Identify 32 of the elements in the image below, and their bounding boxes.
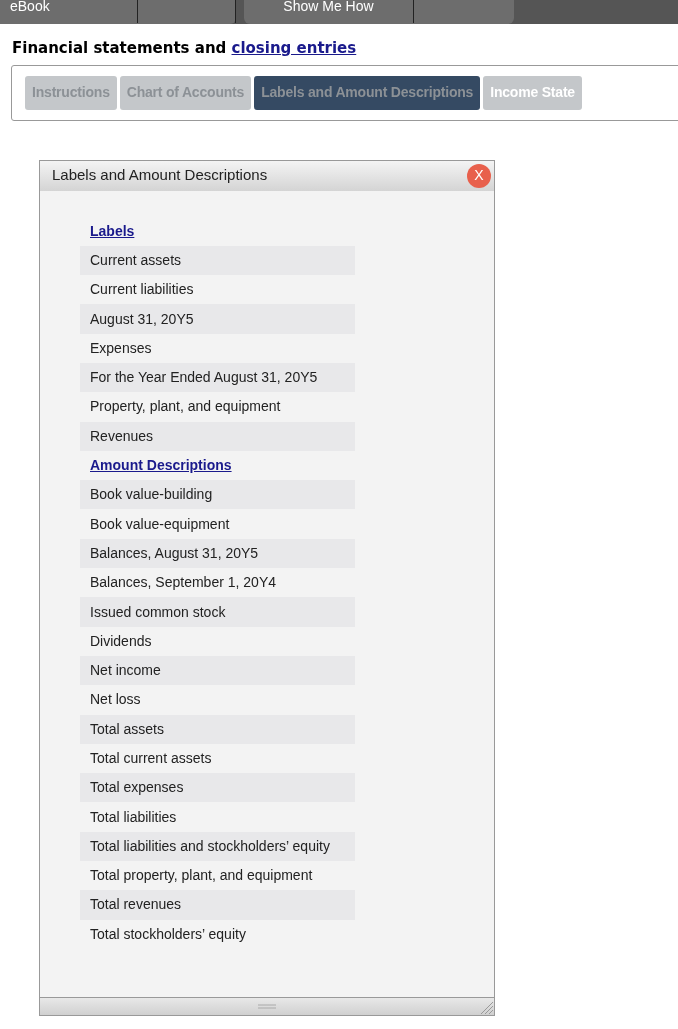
list-item: Revenues <box>80 421 355 451</box>
list-item: Dividends <box>89 631 153 651</box>
section-link[interactable]: Amount Descriptions <box>90 455 232 476</box>
list-item: Expenses <box>89 338 153 358</box>
list-item: Total liabilities <box>89 807 178 827</box>
list-item: Issued common stock <box>80 597 355 627</box>
list-item: Current liabilities <box>89 280 195 300</box>
list-item: Total stockholders’ equity <box>89 924 247 944</box>
list-item: Net loss <box>89 690 142 710</box>
list-item: Net income <box>80 655 355 686</box>
list-item: Total revenues <box>80 890 355 920</box>
list-item: Total assets <box>80 714 355 744</box>
resize-corner-icon[interactable] <box>479 999 493 1014</box>
closing-entries-link[interactable]: closing entries <box>231 39 357 57</box>
list-item: August 31, 20Y5 <box>80 304 355 334</box>
list-item: Book value-equipment <box>89 514 231 534</box>
page-heading: Financial statements and closing entries <box>12 38 358 59</box>
section-link[interactable]: Labels <box>90 220 135 242</box>
list-item: Total property, plant, and equipment <box>89 866 314 886</box>
list-item: Current assets <box>80 245 355 276</box>
list-item: For the Year Ended August 31, 20Y5 <box>80 363 355 393</box>
list-item: Balances, August 31, 20Y5 <box>80 538 355 569</box>
list-item: Balances, September 1, 20Y4 <box>89 573 277 593</box>
list-item: Book value-building <box>80 480 355 510</box>
tab[interactable]: Labels and Amount Descriptions <box>254 75 481 110</box>
dialog-title: Labels and Amount Descriptions <box>52 165 268 186</box>
list-item: Total current assets <box>89 749 213 768</box>
list-item: Total expenses <box>80 773 355 803</box>
close-button[interactable]: X <box>467 163 491 188</box>
list-item: Property, plant, and equipment <box>89 397 282 417</box>
resize-grip-icon[interactable] <box>258 1003 276 1009</box>
list-item: Total liabilities and stockholders’ equity <box>80 831 355 862</box>
